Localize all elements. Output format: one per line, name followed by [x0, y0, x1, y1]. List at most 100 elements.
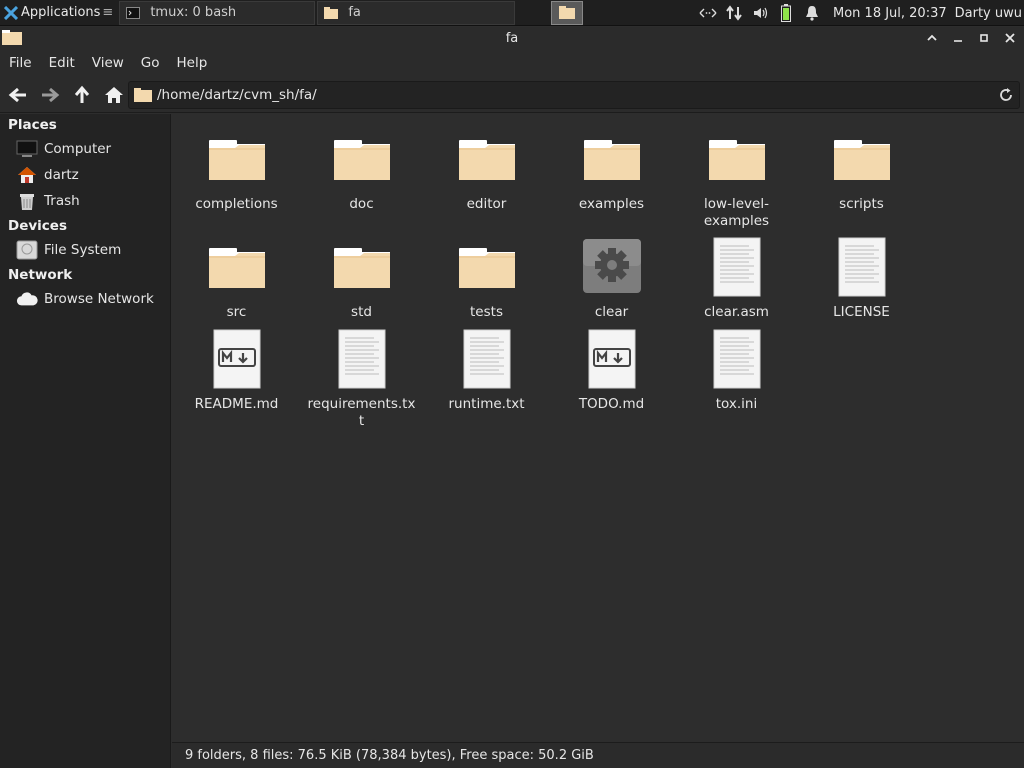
forward-button[interactable] — [35, 80, 65, 110]
file-item[interactable]: doc — [299, 128, 424, 213]
file-view[interactable]: completions doc editor examples low-leve… — [172, 114, 1024, 742]
reload-button[interactable] — [998, 87, 1014, 103]
file-item[interactable]: examples — [549, 128, 674, 213]
file-name: doc — [349, 196, 374, 212]
task-label: fa — [348, 5, 361, 20]
drive-icon — [16, 240, 38, 260]
sidebar-item-label: dartz — [44, 167, 79, 183]
menu-view[interactable]: View — [86, 55, 130, 71]
file-item[interactable]: std — [299, 236, 424, 321]
file-name: clear.asm — [704, 304, 769, 320]
sidebar-item-label: Computer — [44, 141, 112, 157]
top-panel: Applications ≡ tmux: 0 bash fa Mon 18 Ju… — [0, 0, 1024, 26]
file-name: completions — [195, 196, 278, 212]
folder-icon — [134, 88, 152, 102]
file-item[interactable]: clear.asm — [674, 236, 799, 321]
sidebar: Places Computer dartz Trash Devices File… — [0, 114, 171, 768]
system-tray: Mon 18 Jul, 20:37 Darty uwu — [695, 0, 1024, 26]
file-name: scripts — [839, 196, 884, 212]
file-name: tests — [470, 304, 503, 320]
file-name: low-level-examples — [703, 196, 770, 229]
shade-button[interactable] — [922, 29, 942, 47]
sidebar-item-computer[interactable]: Computer — [0, 136, 170, 162]
file-item[interactable]: LICENSE — [799, 236, 924, 321]
arrow-right-icon — [42, 87, 60, 102]
menu-go[interactable]: Go — [135, 55, 166, 71]
file-name: std — [351, 304, 372, 320]
file-name: tox.ini — [715, 396, 758, 412]
workspace-switcher[interactable] — [551, 0, 584, 25]
folder-icon — [830, 128, 894, 192]
trash-icon — [16, 191, 38, 211]
file-item[interactable]: TODO.md — [549, 328, 674, 413]
file-item[interactable]: low-level-examples — [674, 128, 799, 230]
menu-file[interactable]: File — [3, 55, 38, 71]
applications-label: Applications — [21, 5, 101, 20]
folder-icon — [205, 128, 269, 192]
clock[interactable]: Mon 18 Jul, 20:37 — [825, 6, 953, 21]
menu-help[interactable]: Help — [171, 55, 214, 71]
file-name: requirements.txt — [307, 396, 416, 429]
menu-bar: File Edit View Go Help — [0, 49, 1024, 77]
file-item[interactable]: README.md — [174, 328, 299, 413]
folder-icon — [324, 6, 339, 19]
file-item[interactable]: clear — [549, 236, 674, 321]
task-fa[interactable]: fa — [317, 0, 516, 25]
task-tmux[interactable]: tmux: 0 bash — [119, 0, 316, 25]
file-item[interactable]: requirements.txt — [299, 328, 424, 430]
transfer-icon[interactable] — [721, 0, 747, 26]
panel-separator: ≡ — [102, 5, 114, 20]
user-menu[interactable]: Darty uwu — [953, 6, 1024, 21]
arrow-left-icon — [8, 87, 26, 102]
arrow-up-icon — [74, 85, 90, 103]
folder-icon — [705, 128, 769, 192]
home-button[interactable] — [99, 80, 129, 110]
file-item[interactable]: runtime.txt — [424, 328, 549, 413]
battery-shape-icon — [781, 4, 791, 22]
file-item[interactable]: completions — [174, 128, 299, 213]
sidebar-item-trash[interactable]: Trash — [0, 188, 170, 214]
sidebar-item-dartz[interactable]: dartz — [0, 162, 170, 188]
menu-edit[interactable]: Edit — [43, 55, 81, 71]
minimize-icon — [954, 40, 962, 42]
file-item[interactable]: tests — [424, 236, 549, 321]
back-button[interactable] — [3, 80, 33, 110]
file-item[interactable]: tox.ini — [674, 328, 799, 413]
maximize-button[interactable] — [974, 29, 994, 47]
close-button[interactable] — [1000, 29, 1020, 47]
minimize-button[interactable] — [948, 29, 968, 47]
xfce-logo-icon — [4, 5, 18, 20]
applications-menu[interactable]: Applications ≡ — [0, 0, 117, 26]
cloud-icon — [16, 289, 38, 309]
folder-icon — [580, 128, 644, 192]
sidebar-heading-network: Network — [8, 267, 73, 283]
sidebar-item-label: Browse Network — [44, 291, 154, 307]
folder-icon — [330, 236, 394, 300]
text-file-icon — [830, 236, 894, 300]
file-item[interactable]: scripts — [799, 128, 924, 213]
toolbar: /home/dartz/cvm_sh/fa/ — [0, 77, 1024, 113]
text-file-icon — [455, 328, 519, 392]
file-item[interactable]: src — [174, 236, 299, 321]
battery-icon[interactable] — [773, 0, 799, 26]
file-item[interactable]: editor — [424, 128, 549, 213]
sidebar-heading-places: Places — [8, 117, 57, 133]
sidebar-item-filesystem[interactable]: File System — [0, 237, 170, 263]
location-bar[interactable]: /home/dartz/cvm_sh/fa/ — [128, 81, 1020, 109]
window-title: fa — [505, 30, 519, 46]
network-arrows-icon[interactable] — [695, 0, 721, 26]
computer-icon — [16, 139, 38, 159]
volume-icon[interactable] — [747, 0, 773, 26]
sidebar-heading-devices: Devices — [8, 218, 67, 234]
folder-icon — [559, 6, 576, 19]
executable-icon — [580, 236, 644, 300]
notifications-icon[interactable] — [799, 0, 825, 26]
file-name: src — [226, 304, 247, 320]
up-button[interactable] — [67, 80, 97, 110]
window-titlebar[interactable]: fa — [0, 27, 1024, 49]
sidebar-item-browse-network[interactable]: Browse Network — [0, 286, 170, 312]
file-name: examples — [578, 196, 645, 212]
text-file-icon — [330, 328, 394, 392]
task-label: tmux: 0 bash — [150, 5, 237, 20]
updown-arrows-icon — [726, 5, 742, 21]
